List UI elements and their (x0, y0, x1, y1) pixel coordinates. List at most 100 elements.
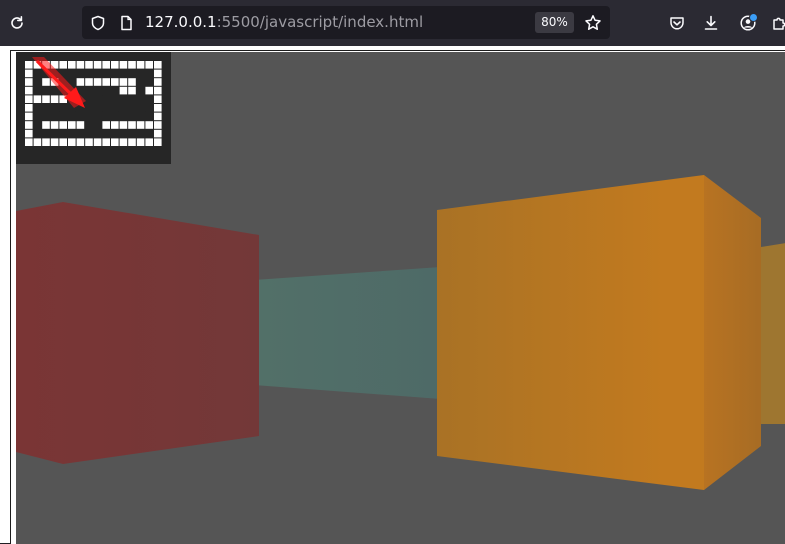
minimap-cell-open (128, 78, 136, 86)
minimap-cell-open (119, 86, 128, 95)
minimap-cell-open (76, 121, 85, 129)
minimap-cell-wall (85, 69, 93, 78)
minimap-cell-wall (102, 129, 110, 138)
minimap-cell-open (42, 95, 50, 103)
minimap-cell-wall (119, 104, 128, 112)
minimap-cell-wall (128, 104, 136, 112)
minimap-cell-wall (42, 112, 50, 121)
minimap-cell-open (93, 138, 102, 146)
minimap-cell-open (76, 61, 85, 69)
minimap-cell-wall (42, 86, 50, 95)
minimap-cell-wall (68, 112, 76, 121)
minimap-cell-wall (50, 129, 59, 138)
minimap-cell-open (59, 138, 67, 146)
minimap-cell-wall (76, 69, 85, 78)
minimap-cell-open (154, 112, 162, 121)
minimap-cell-open (154, 121, 162, 129)
wall-red (16, 202, 259, 464)
minimap-cell-open (25, 95, 33, 103)
minimap-cell-open (93, 61, 102, 69)
minimap-cell-open (111, 121, 119, 129)
minimap-cell-open (76, 138, 85, 146)
download-arrow-icon (704, 15, 718, 30)
wall-teal (254, 267, 441, 399)
minimap-cell-wall (145, 69, 153, 78)
minimap-cell-open (128, 86, 136, 95)
minimap-cell-open (68, 61, 76, 69)
minimap-cell-wall (145, 129, 153, 138)
minimap-cell-open (25, 86, 33, 95)
downloads-button[interactable] (699, 11, 723, 35)
minimap-cell-open (50, 138, 59, 146)
minimap-cell-wall (119, 129, 128, 138)
minimap-cell-open (68, 138, 76, 146)
minimap-cell-wall (59, 129, 67, 138)
minimap-cell-wall (111, 104, 119, 112)
extensions-button[interactable] (767, 11, 785, 35)
minimap-cell-wall (136, 69, 145, 78)
minimap-cell-open (50, 121, 59, 129)
minimap-cell-wall (111, 86, 119, 95)
page-info-icon (121, 15, 132, 31)
minimap-cell-open (50, 95, 59, 103)
minimap-cell-wall (33, 86, 42, 95)
wall-orange-side (704, 175, 761, 490)
minimap-cell-wall (136, 95, 145, 103)
zoom-level-badge[interactable]: 80% (535, 12, 574, 33)
minimap-cell-open (136, 138, 145, 146)
url-text[interactable]: 127.0.0.1:5500/javascript/index.html (145, 13, 423, 31)
minimap-cell-open (93, 78, 102, 86)
account-button[interactable] (736, 11, 760, 35)
pocket-icon (670, 17, 684, 30)
minimap-cell-wall (136, 86, 145, 95)
minimap-cell-wall (111, 69, 119, 78)
minimap-cell-open (145, 138, 153, 146)
url-bar[interactable]: 127.0.0.1:5500/javascript/index.html 80% (82, 6, 610, 39)
reload-button[interactable] (5, 11, 29, 35)
minimap-cell-open (76, 78, 85, 86)
bookmark-button[interactable] (581, 11, 605, 35)
minimap-cell-wall (50, 112, 59, 121)
minimap-cell-open (59, 121, 67, 129)
minimap-cell-open (154, 78, 162, 86)
page-info-button[interactable] (114, 11, 138, 35)
minimap-cell-open (154, 95, 162, 103)
page-content (0, 46, 785, 544)
minimap-cell-open (119, 121, 128, 129)
game-canvas[interactable] (10, 50, 785, 544)
minimap-cell-open (145, 121, 153, 129)
minimap-cell-open (33, 138, 42, 146)
minimap-cell-wall (136, 78, 145, 86)
minimap-cell-wall (93, 112, 102, 121)
minimap-cell-open (154, 104, 162, 112)
minimap (16, 52, 171, 164)
minimap-cell-wall (145, 78, 153, 86)
url-path: :5500/javascript/index.html (216, 13, 424, 31)
minimap-cell-open (154, 61, 162, 69)
minimap-cell-wall (33, 129, 42, 138)
minimap-cell-wall (128, 129, 136, 138)
minimap-cell-open (25, 104, 33, 112)
tracking-protection-button[interactable] (86, 11, 110, 35)
account-notification-dot (749, 13, 758, 22)
minimap-cell-open (25, 129, 33, 138)
minimap-cell-wall (145, 104, 153, 112)
minimap-cell-open (128, 61, 136, 69)
minimap-cell-wall (50, 86, 59, 95)
minimap-cell-wall (119, 112, 128, 121)
pocket-button[interactable] (665, 11, 689, 35)
minimap-cell-wall (119, 95, 128, 103)
wall-far-right (761, 243, 785, 424)
minimap-cell-open (136, 121, 145, 129)
minimap-cell-wall (136, 129, 145, 138)
minimap-cell-wall (33, 112, 42, 121)
minimap-cell-open (102, 121, 110, 129)
minimap-cell-wall (68, 129, 76, 138)
minimap-cell-wall (76, 112, 85, 121)
minimap-cell-wall (59, 112, 67, 121)
minimap-cell-wall (128, 69, 136, 78)
minimap-cell-open (42, 78, 50, 86)
minimap-cell-wall (76, 129, 85, 138)
minimap-cell-wall (136, 112, 145, 121)
minimap-cell-open (25, 112, 33, 121)
